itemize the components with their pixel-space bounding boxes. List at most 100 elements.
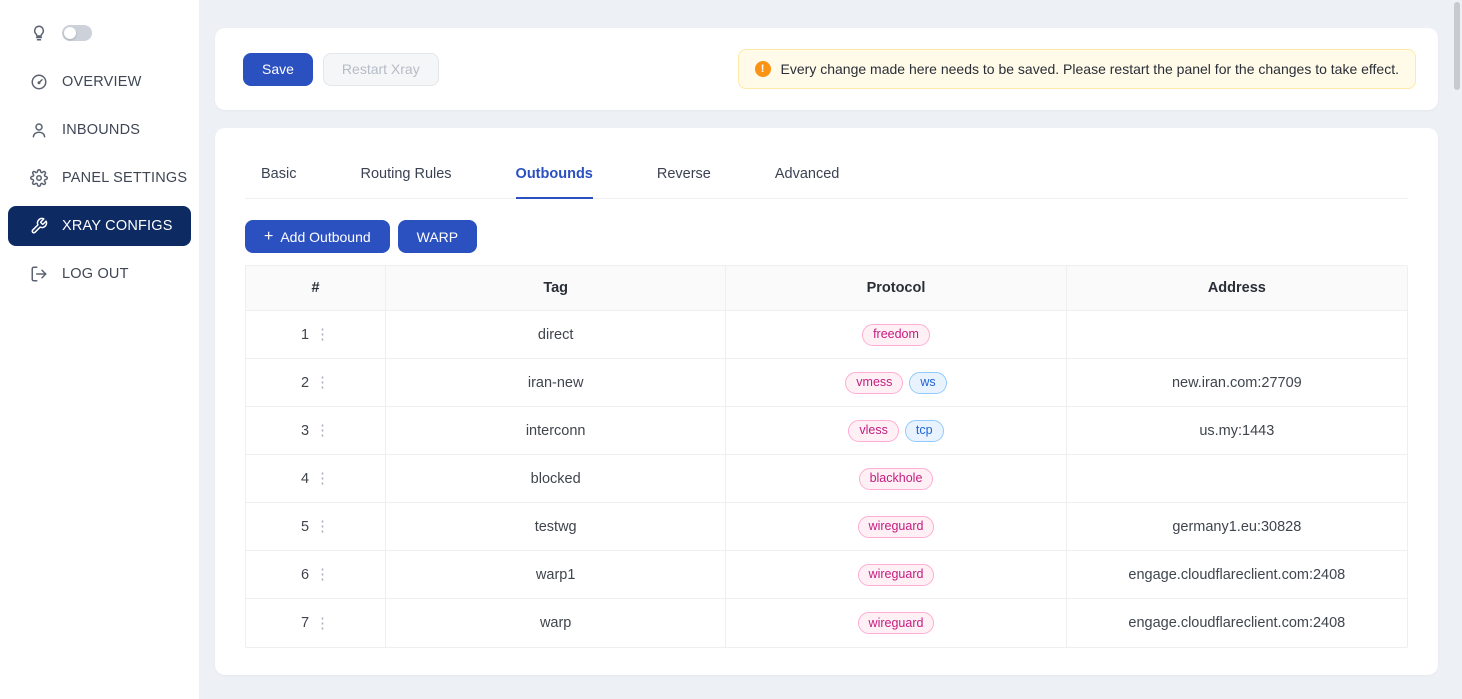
tab-reverse[interactable]: Reverse [657, 166, 711, 198]
index-cell: 2 ⋮ [246, 359, 386, 407]
index-cell: 4 ⋮ [246, 455, 386, 503]
tag-cell: warp [386, 599, 726, 647]
address-cell [1067, 311, 1407, 359]
tabs-bar: Basic Routing Rules Outbounds Reverse Ad… [245, 128, 1408, 199]
scrollbar[interactable] [1454, 0, 1461, 699]
transport-badge: ws [909, 372, 946, 394]
address-cell: engage.cloudflareclient.com:2408 [1067, 551, 1407, 599]
tag-cell: blocked [386, 455, 726, 503]
header-address: Address [1067, 266, 1407, 311]
protocol-cell: wireguard [726, 503, 1066, 551]
protocol-cell: freedom [726, 311, 1066, 359]
index-cell: 6 ⋮ [246, 551, 386, 599]
table-row: 7 ⋮ warp wireguard engage.cloudflareclie… [246, 599, 1407, 647]
row-menu-icon[interactable]: ⋮ [315, 567, 330, 582]
sidebar-item-log-out[interactable]: LOG OUT [0, 250, 199, 298]
protocol-cell: blackhole [726, 455, 1066, 503]
table-row: 6 ⋮ warp1 wireguard engage.cloudflarecli… [246, 551, 1407, 599]
user-icon [30, 121, 48, 139]
alert-text: Every change made here needs to be saved… [781, 61, 1399, 77]
theme-row [0, 18, 199, 52]
tag-cell: interconn [386, 407, 726, 455]
protocol-badge: freedom [862, 324, 930, 346]
address-cell: us.my:1443 [1067, 407, 1407, 455]
warning-icon: ! [755, 61, 771, 77]
outbound-actions: + Add Outbound WARP [245, 220, 1408, 253]
row-number: 2 [301, 375, 309, 391]
warp-button[interactable]: WARP [398, 220, 477, 253]
address-cell: new.iran.com:27709 [1067, 359, 1407, 407]
dashboard-icon [30, 73, 48, 91]
xray-configs-card: Basic Routing Rules Outbounds Reverse Ad… [215, 128, 1438, 675]
row-number: 7 [301, 615, 309, 631]
add-outbound-button[interactable]: + Add Outbound [245, 220, 390, 253]
row-menu-icon[interactable]: ⋮ [315, 423, 330, 438]
header-tag: Tag [386, 266, 726, 311]
outbounds-table: # Tag Protocol Address 1 ⋮ direct freedo… [245, 265, 1408, 648]
address-cell: engage.cloudflareclient.com:2408 [1067, 599, 1407, 647]
index-cell: 3 ⋮ [246, 407, 386, 455]
protocol-badge: vmess [845, 372, 903, 394]
address-cell [1067, 455, 1407, 503]
sidebar: OVERVIEW INBOUNDS PANEL SETTINGS XRAY CO… [0, 0, 199, 699]
tab-advanced[interactable]: Advanced [775, 166, 840, 198]
protocol-badge: wireguard [858, 516, 935, 538]
tab-routing-rules[interactable]: Routing Rules [360, 166, 451, 198]
row-number: 5 [301, 519, 309, 535]
table-row: 2 ⋮ iran-new vmess ws new.iran.com:27709 [246, 359, 1407, 407]
sidebar-item-label: PANEL SETTINGS [62, 170, 187, 186]
bulb-icon [30, 24, 48, 42]
sidebar-item-overview[interactable]: OVERVIEW [0, 58, 199, 106]
protocol-badge: vless [848, 420, 898, 442]
row-menu-icon[interactable]: ⋮ [315, 519, 330, 534]
row-menu-icon[interactable]: ⋮ [315, 327, 330, 342]
tag-cell: warp1 [386, 551, 726, 599]
warning-alert: ! Every change made here needs to be sav… [738, 49, 1416, 89]
table-row: 1 ⋮ direct freedom [246, 311, 1407, 359]
protocol-cell: wireguard [726, 551, 1066, 599]
protocol-cell: vless tcp [726, 407, 1066, 455]
header-index: # [246, 266, 386, 311]
main-content: Save Restart Xray ! Every change made he… [199, 0, 1462, 699]
protocol-badge: wireguard [858, 564, 935, 586]
sidebar-item-label: INBOUNDS [62, 122, 140, 138]
row-menu-icon[interactable]: ⋮ [315, 471, 330, 486]
address-cell: germany1.eu:30828 [1067, 503, 1407, 551]
restart-xray-button[interactable]: Restart Xray [323, 53, 439, 86]
row-number: 6 [301, 567, 309, 583]
save-button[interactable]: Save [243, 53, 313, 86]
transport-badge: tcp [905, 420, 944, 442]
toggle-knob [64, 27, 76, 39]
row-menu-icon[interactable]: ⋮ [315, 375, 330, 390]
app-root: OVERVIEW INBOUNDS PANEL SETTINGS XRAY CO… [0, 0, 1462, 699]
tab-outbounds[interactable]: Outbounds [516, 166, 593, 198]
row-number: 3 [301, 423, 309, 439]
theme-toggle[interactable] [62, 25, 92, 41]
sidebar-item-label: XRAY CONFIGS [62, 218, 173, 234]
sidebar-item-label: LOG OUT [62, 266, 129, 282]
index-cell: 5 ⋮ [246, 503, 386, 551]
tab-basic[interactable]: Basic [261, 166, 296, 198]
index-cell: 7 ⋮ [246, 599, 386, 647]
table-header-row: # Tag Protocol Address [246, 266, 1407, 311]
row-number: 4 [301, 471, 309, 487]
add-outbound-label: Add Outbound [280, 229, 370, 245]
row-menu-icon[interactable]: ⋮ [315, 616, 330, 631]
sidebar-menu: OVERVIEW INBOUNDS PANEL SETTINGS XRAY CO… [0, 58, 199, 298]
protocol-badge: blackhole [859, 468, 934, 490]
scrollbar-thumb[interactable] [1454, 2, 1460, 90]
protocol-cell: wireguard [726, 599, 1066, 647]
sidebar-item-inbounds[interactable]: INBOUNDS [0, 106, 199, 154]
logout-icon [30, 265, 48, 283]
row-number: 1 [301, 327, 309, 343]
protocol-badge: wireguard [858, 612, 935, 634]
sidebar-item-xray-configs[interactable]: XRAY CONFIGS [8, 206, 191, 246]
tag-cell: direct [386, 311, 726, 359]
gear-icon [30, 169, 48, 187]
index-cell: 1 ⋮ [246, 311, 386, 359]
tag-cell: testwg [386, 503, 726, 551]
table-row: 4 ⋮ blocked blackhole [246, 455, 1407, 503]
sidebar-item-panel-settings[interactable]: PANEL SETTINGS [0, 154, 199, 202]
table-row: 3 ⋮ interconn vless tcp us.my:1443 [246, 407, 1407, 455]
protocol-cell: vmess ws [726, 359, 1066, 407]
